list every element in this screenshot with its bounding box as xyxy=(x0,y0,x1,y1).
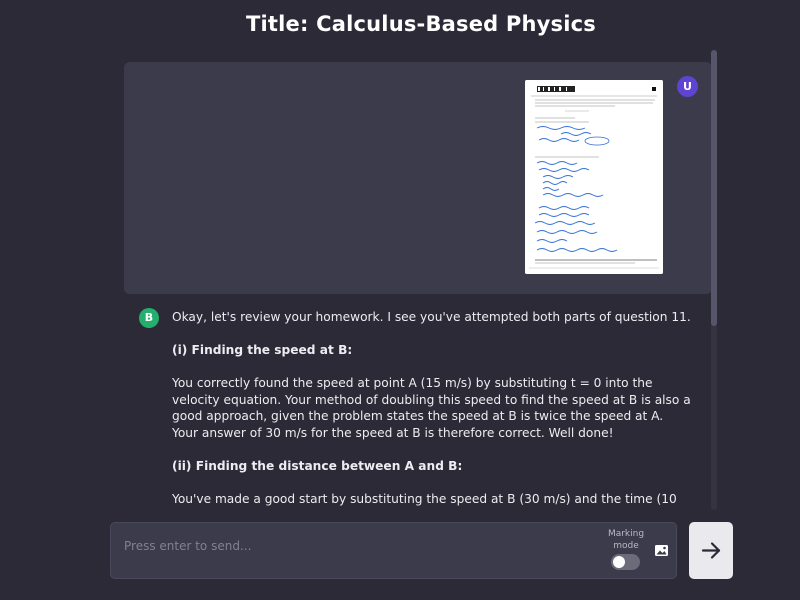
message-input[interactable] xyxy=(124,536,584,556)
arrow-right-icon xyxy=(701,542,721,559)
section-heading: (ii) Finding the distance between A and … xyxy=(172,458,463,473)
image-icon xyxy=(655,545,668,556)
page-title: Title: Calculus-Based Physics xyxy=(246,12,596,36)
chat-scrollbar[interactable] xyxy=(711,50,717,510)
chat-history[interactable]: U B Okay, let's review your homework. I … xyxy=(124,50,718,510)
marking-mode-toggle[interactable] xyxy=(611,554,640,570)
message-paragraph: You correctly found the speed at point A… xyxy=(172,376,691,440)
section-heading: (i) Finding the speed at B: xyxy=(172,343,353,357)
image-upload-button[interactable] xyxy=(653,542,670,559)
assistant-message-text: Okay, let's review your homework. I see … xyxy=(172,309,692,510)
message-paragraph: You've made a good start by substituting… xyxy=(172,491,677,506)
marking-mode-label: Marking mode xyxy=(607,529,645,551)
homework-photo[interactable] xyxy=(525,80,663,274)
message-composer: Marking mode xyxy=(110,522,677,579)
chat-page: Title: Calculus-Based Physics U B Okay, … xyxy=(0,0,800,600)
toggle-knob xyxy=(613,556,625,568)
scrollbar-thumb[interactable] xyxy=(711,50,717,326)
assistant-avatar: B xyxy=(139,308,159,328)
send-button[interactable] xyxy=(689,522,733,579)
message-paragraph: Okay, let's review your homework. I see … xyxy=(172,310,691,324)
user-avatar: U xyxy=(677,76,698,97)
user-message: U xyxy=(124,62,712,294)
homework-photo-graphic xyxy=(525,80,663,274)
